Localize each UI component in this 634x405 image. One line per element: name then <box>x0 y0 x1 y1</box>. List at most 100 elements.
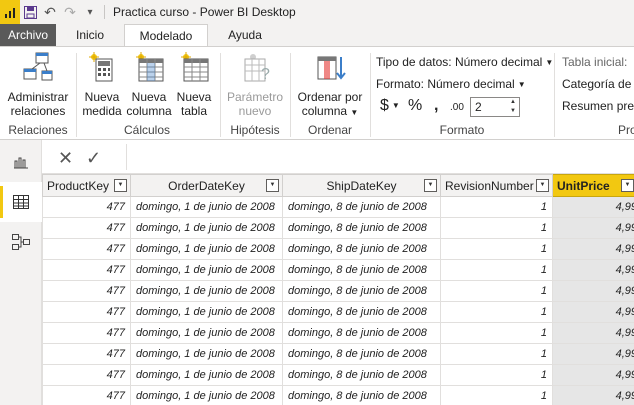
redo-icon[interactable]: ↷ <box>60 0 80 24</box>
table-row[interactable]: 477 domingo, 1 de junio de 2008 domingo, 8… <box>42 280 634 302</box>
manage-relationships-button[interactable]: Administrar relaciones <box>4 51 72 118</box>
table-cell[interactable]: domingo, 1 de junio de 2008 <box>130 322 283 344</box>
commit-formula-icon[interactable]: ✓ <box>86 148 101 169</box>
tab-modeling[interactable]: Modelado <box>124 24 208 47</box>
table-cell[interactable]: 4,99 <box>552 217 634 239</box>
table-cell[interactable]: 1 <box>440 385 553 405</box>
table-row[interactable]: 477 domingo, 1 de junio de 2008 domingo, 8… <box>42 343 634 365</box>
table-cell[interactable]: domingo, 1 de junio de 2008 <box>130 385 283 405</box>
table-cell[interactable]: domingo, 8 de junio de 2008 <box>282 259 441 281</box>
table-row[interactable]: 477 domingo, 1 de junio de 2008 domingo, 8… <box>42 238 634 260</box>
table-cell[interactable]: 4,99 <box>552 385 634 405</box>
table-cell[interactable]: 477 <box>42 217 131 239</box>
table-cell[interactable]: 477 <box>42 322 131 344</box>
table-cell[interactable]: domingo, 8 de junio de 2008 <box>282 322 441 344</box>
column-header-shipdatekey[interactable]: ShipDateKey ▼ <box>282 174 441 197</box>
home-table-label[interactable]: Tabla inicial: <box>562 55 627 69</box>
model-view-button[interactable] <box>0 222 42 262</box>
table-row[interactable]: 477 domingo, 1 de junio de 2008 domingo, 8… <box>42 364 634 386</box>
table-cell[interactable]: 4,99 <box>552 343 634 365</box>
table-row[interactable]: 477 domingo, 1 de junio de 2008 domingo, 8… <box>42 385 634 405</box>
table-cell[interactable]: 1 <box>440 280 553 302</box>
table-cell[interactable]: domingo, 8 de junio de 2008 <box>282 196 441 218</box>
column-header-productkey[interactable]: ProductKey ▼ <box>42 174 131 197</box>
table-cell[interactable]: domingo, 1 de junio de 2008 <box>130 343 283 365</box>
table-cell[interactable]: domingo, 8 de junio de 2008 <box>282 364 441 386</box>
table-cell[interactable]: domingo, 8 de junio de 2008 <box>282 301 441 323</box>
table-cell[interactable]: 1 <box>440 364 553 386</box>
table-cell[interactable]: 4,99 <box>552 196 634 218</box>
table-cell[interactable]: domingo, 1 de junio de 2008 <box>130 259 283 281</box>
cancel-formula-icon[interactable]: ✕ <box>58 148 73 169</box>
summarization-label[interactable]: Resumen pred <box>562 99 634 113</box>
data-view-button[interactable] <box>0 182 42 222</box>
table-cell[interactable]: 477 <box>42 301 131 323</box>
data-category-label[interactable]: Categoría de d <box>562 77 634 91</box>
new-column-button[interactable]: Nueva columna <box>126 51 172 118</box>
decrement-icon[interactable]: ▼ <box>507 107 519 116</box>
column-header-orderdatekey[interactable]: OrderDateKey ▼ <box>130 174 283 197</box>
table-row[interactable]: 477 domingo, 1 de junio de 2008 domingo, 8… <box>42 322 634 344</box>
tab-help[interactable]: Ayuda <box>214 24 276 46</box>
undo-icon[interactable]: ↶ <box>40 0 60 24</box>
table-cell[interactable]: domingo, 8 de junio de 2008 <box>282 343 441 365</box>
table-cell[interactable]: domingo, 1 de junio de 2008 <box>130 217 283 239</box>
table-cell[interactable]: 477 <box>42 364 131 386</box>
table-cell[interactable]: domingo, 1 de junio de 2008 <box>130 364 283 386</box>
data-type-dropdown[interactable]: Tipo de datos: Número decimal ▼ <box>376 55 553 69</box>
table-cell[interactable]: domingo, 1 de junio de 2008 <box>130 238 283 260</box>
increment-icon[interactable]: ▲ <box>507 98 519 107</box>
filter-dropdown-icon[interactable]: ▼ <box>266 179 279 192</box>
thousands-separator-button[interactable]: , <box>434 97 438 115</box>
table-cell[interactable]: domingo, 8 de junio de 2008 <box>282 238 441 260</box>
table-row[interactable]: 477 domingo, 1 de junio de 2008 domingo, 8… <box>42 217 634 239</box>
table-row[interactable]: 477 domingo, 1 de junio de 2008 domingo, 8… <box>42 301 634 323</box>
format-dropdown[interactable]: Formato: Número decimal ▼ <box>376 77 526 91</box>
table-cell[interactable]: 4,99 <box>552 322 634 344</box>
filter-dropdown-icon[interactable]: ▼ <box>621 179 634 192</box>
table-row[interactable]: 477 domingo, 1 de junio de 2008 domingo, 8… <box>42 259 634 281</box>
table-cell[interactable]: 477 <box>42 238 131 260</box>
table-cell[interactable]: 4,99 <box>552 259 634 281</box>
report-view-button[interactable] <box>0 142 42 182</box>
new-parameter-button[interactable]: ? Parámetro nuevo <box>224 51 286 118</box>
table-cell[interactable]: domingo, 1 de junio de 2008 <box>130 196 283 218</box>
formula-input[interactable] <box>126 144 634 170</box>
tab-file[interactable]: Archivo <box>0 24 56 46</box>
save-icon[interactable] <box>20 0 40 24</box>
table-cell[interactable]: 477 <box>42 343 131 365</box>
table-cell[interactable]: 1 <box>440 259 553 281</box>
table-cell[interactable]: domingo, 8 de junio de 2008 <box>282 217 441 239</box>
table-cell[interactable]: 477 <box>42 280 131 302</box>
table-cell[interactable]: 477 <box>42 385 131 405</box>
table-cell[interactable]: 1 <box>440 217 553 239</box>
table-cell[interactable]: 477 <box>42 259 131 281</box>
table-cell[interactable]: domingo, 8 de junio de 2008 <box>282 280 441 302</box>
column-header-revisionnumber[interactable]: RevisionNumber ▼ <box>440 174 553 197</box>
table-cell[interactable]: 1 <box>440 238 553 260</box>
table-cell[interactable]: 4,99 <box>552 280 634 302</box>
percent-format-button[interactable]: % <box>408 97 422 115</box>
table-cell[interactable]: 1 <box>440 301 553 323</box>
currency-format-button[interactable]: $ ▼ <box>380 97 400 115</box>
table-cell[interactable]: 1 <box>440 343 553 365</box>
table-cell[interactable]: domingo, 8 de junio de 2008 <box>282 385 441 405</box>
new-table-button[interactable]: Nueva tabla <box>174 51 214 118</box>
new-measure-button[interactable]: Nueva medida <box>80 51 124 118</box>
table-cell[interactable]: 4,99 <box>552 238 634 260</box>
tab-home[interactable]: Inicio <box>62 24 118 46</box>
table-cell[interactable]: domingo, 1 de junio de 2008 <box>130 301 283 323</box>
table-cell[interactable]: 4,99 <box>552 364 634 386</box>
table-cell[interactable]: 4,99 <box>552 301 634 323</box>
customize-quick-access-icon[interactable]: ▾ <box>80 0 100 24</box>
column-header-unitprice[interactable]: UnitPrice ▼ <box>552 174 634 197</box>
filter-dropdown-icon[interactable]: ▼ <box>424 179 437 192</box>
filter-dropdown-icon[interactable]: ▼ <box>536 179 549 192</box>
table-cell[interactable]: 1 <box>440 322 553 344</box>
decimal-places-stepper[interactable]: 2 ▲ ▼ <box>470 97 520 117</box>
table-cell[interactable]: 477 <box>42 196 131 218</box>
table-row[interactable]: 477 domingo, 1 de junio de 2008 domingo, 8… <box>42 196 634 218</box>
sort-by-column-button[interactable]: Ordenar por columna ▼ <box>294 51 366 120</box>
filter-dropdown-icon[interactable]: ▼ <box>114 179 127 192</box>
table-cell[interactable]: domingo, 1 de junio de 2008 <box>130 280 283 302</box>
